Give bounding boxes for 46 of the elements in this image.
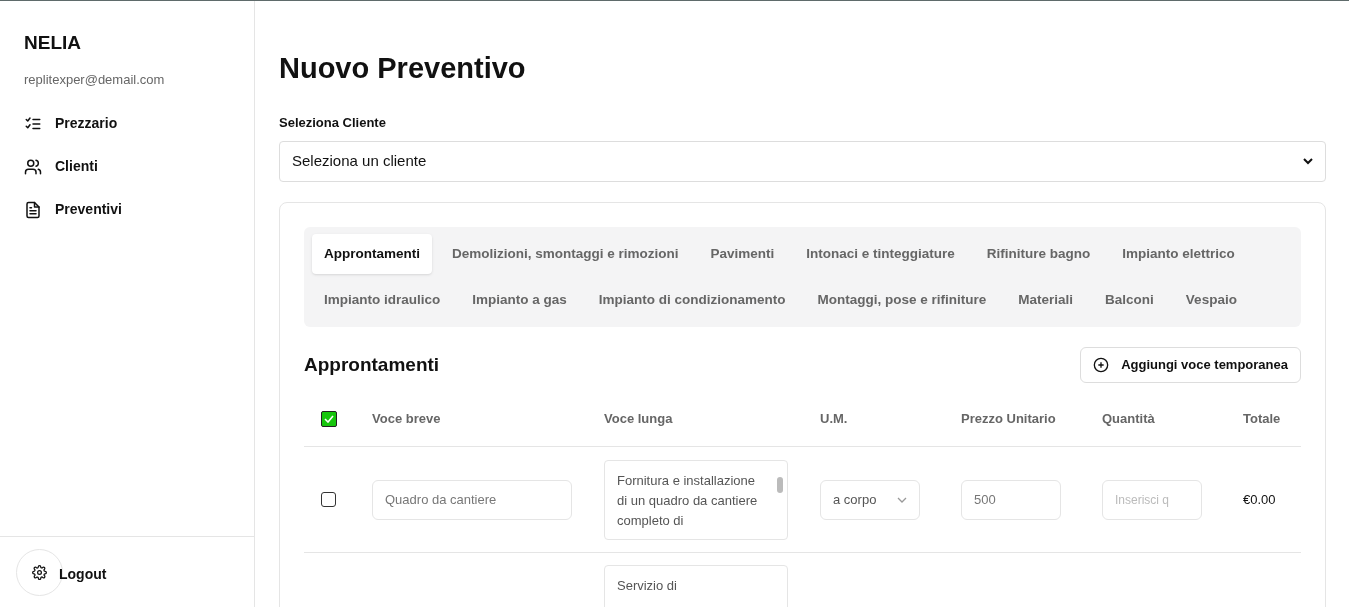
long-description-field[interactable]: Servizio di [604,565,788,607]
category-tab[interactable]: Impianto a gas [460,280,579,320]
document-icon [24,200,42,219]
row-total: €0.00 [1243,490,1277,509]
client-select[interactable]: Seleziona un cliente [279,141,1326,182]
nav-link[interactable]: Preventivi [24,199,230,220]
category-tab[interactable]: Montaggi, pose e rifiniture [805,280,999,320]
category-tab[interactable]: Impianto idraulico [312,280,453,320]
quantity-field[interactable]: Inserisci q [1102,479,1202,520]
check-icon [324,414,334,423]
category-tab[interactable]: Rifiniture bagno [974,234,1103,274]
category-tab[interactable]: Pavimenti [698,234,787,274]
price-field[interactable]: 500 [961,479,1061,520]
users-icon [24,157,42,176]
column-header: Prezzo Unitario [961,409,1057,428]
row-checkbox[interactable] [321,492,336,507]
category-tab[interactable]: Intonaci e tinteggiature [794,234,967,274]
category-tab[interactable]: Vespaio [1173,280,1249,320]
category-tab[interactable]: Impianto di condizionamento [586,280,798,320]
section-title: Approntamenti [304,352,440,377]
plus-circle-icon [1093,357,1110,373]
select-all-checkbox[interactable] [321,410,337,427]
column-header: Totale [1243,409,1282,428]
column-header: U.M. [820,409,849,428]
brand-title: NELIA [24,31,82,55]
nav-link[interactable]: Prezzario [24,113,230,134]
chevron-down-icon [897,496,907,503]
unit-select[interactable]: a corpo [820,479,920,520]
long-description-field[interactable]: Fornitura e installazione di un quadro da cantiere completo di [604,459,788,540]
category-tab[interactable]: Balconi [1093,280,1166,320]
column-header: Voce lunga [604,409,674,428]
category-tab[interactable]: Demolizioni, smontaggi e rimozioni [440,234,691,274]
category-tab[interactable]: Approntamenti [312,234,432,274]
category-tab[interactable]: Materiali [1006,280,1086,320]
page-title: Nuovo Preventivo [279,51,527,86]
logout-link[interactable]: Logout [59,563,107,585]
category-tab[interactable]: Impianto elettrico [1110,234,1247,274]
user-email: replitexper@demail.com [24,70,166,89]
settings-icon [32,564,47,580]
short-description-field[interactable]: Quadro da cantiere [372,479,572,520]
chevron-down-icon [1303,158,1313,165]
add-item-button[interactable]: Aggiungi voce temporanea [1080,347,1301,383]
nav-link[interactable]: Clienti [24,156,230,177]
column-header: Quantità [1102,409,1156,428]
column-header: Voce breve [372,409,442,428]
client-label: Seleziona Cliente [279,113,387,132]
